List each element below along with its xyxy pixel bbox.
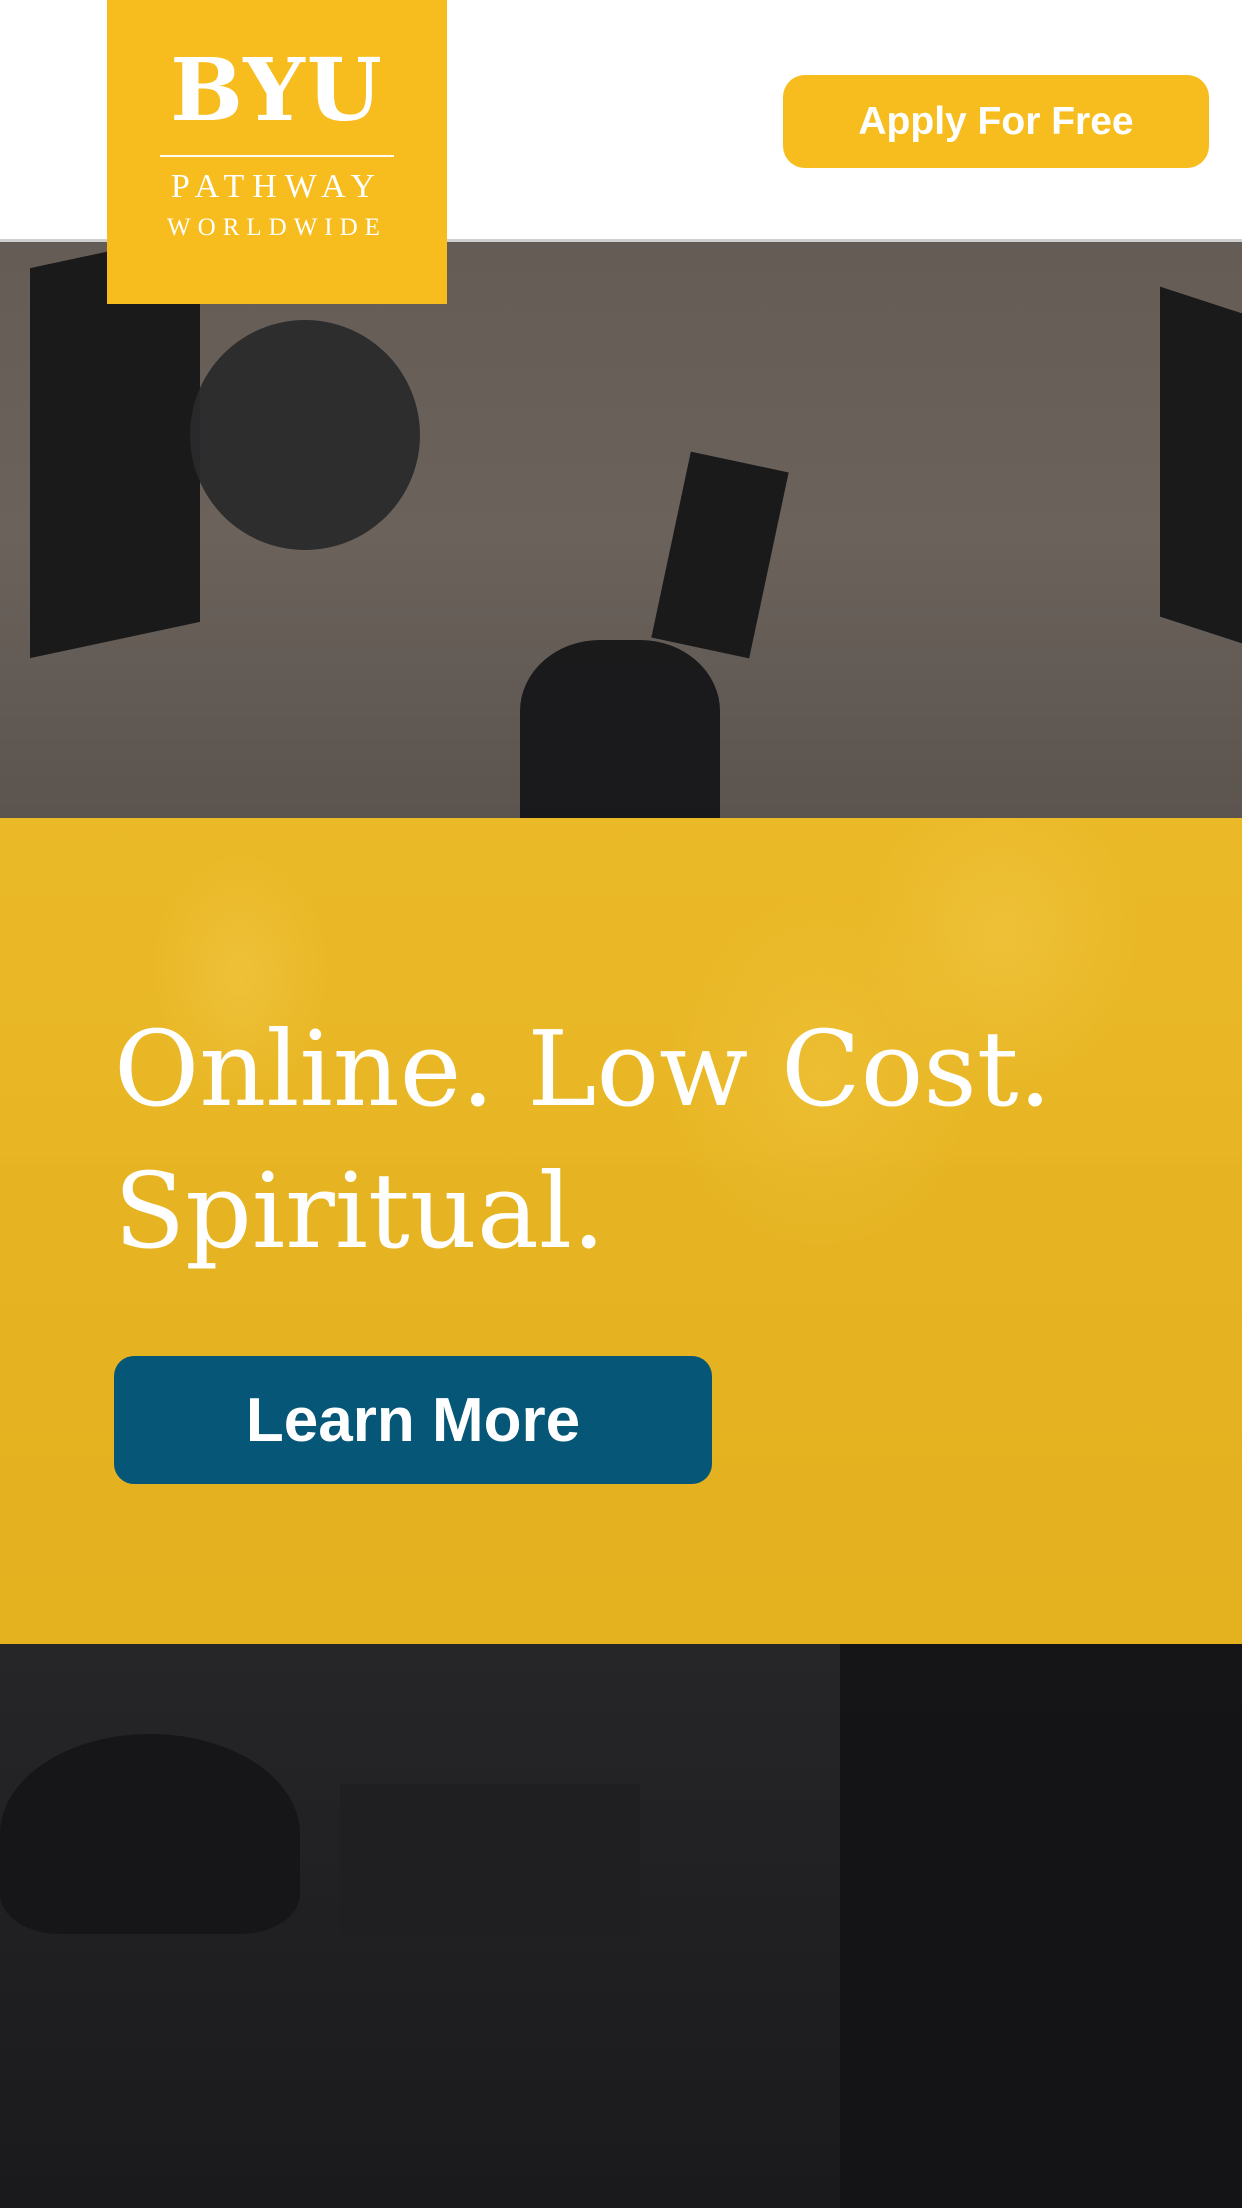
- graduation-gown-shape: [840, 1644, 1242, 2208]
- graduation-cap-shape: [651, 451, 789, 659]
- graduation-cap-shape: [1160, 286, 1242, 644]
- graduation-photo-bottom: [0, 1644, 1242, 2208]
- hero-headline: Online. Low Cost. Spiritual.: [114, 998, 1154, 1282]
- learn-more-button[interactable]: Learn More: [114, 1356, 712, 1484]
- page: BYU PATHWAY WORLDWIDE Apply For Free Onl…: [0, 0, 1242, 2208]
- logo-subtitle-worldwide: WORLDWIDE: [167, 214, 387, 241]
- hero-promo-panel: Online. Low Cost. Spiritual. Learn More: [0, 818, 1242, 1644]
- graduation-cap-shape: [520, 640, 720, 818]
- apply-for-free-button[interactable]: Apply For Free: [783, 75, 1209, 168]
- hero-headline-line1: Online. Low Cost.: [114, 1008, 1052, 1130]
- logo-subtitle-pathway: PATHWAY: [170, 168, 384, 205]
- logo-wordmark: BYU: [170, 40, 384, 141]
- graduation-cap-shape: [340, 1784, 640, 1934]
- graduation-cap-shape: [190, 320, 420, 550]
- graduation-cap-shape: [0, 1734, 300, 1934]
- byu-pathway-logo[interactable]: BYU PATHWAY WORLDWIDE: [107, 0, 447, 304]
- logo-divider: [160, 155, 394, 157]
- hero-headline-line2: Spiritual.: [114, 1150, 606, 1272]
